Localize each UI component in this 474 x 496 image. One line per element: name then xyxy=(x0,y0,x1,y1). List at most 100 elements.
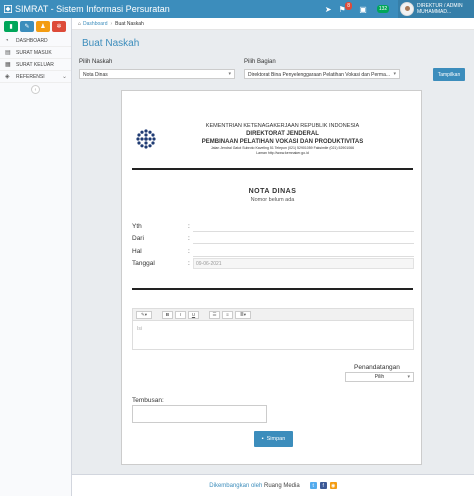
cogs-icon: ✲ xyxy=(56,24,62,30)
chevron-down-icon: ⌄ xyxy=(61,74,67,80)
top-navbar: SIMRAT - Sistem Informasi Persuratan ➤ ⚑… xyxy=(0,0,474,18)
document-number: Nomor belum ada xyxy=(250,197,295,203)
field-row-hal: Hal : xyxy=(132,246,414,258)
bagian-label: Pilih Bagian xyxy=(244,59,276,65)
caret-down-icon: ▾ xyxy=(393,71,396,77)
cc-input[interactable] xyxy=(132,405,267,423)
home-icon: ⌂ xyxy=(78,20,82,27)
app-title: SIMRAT - Sistem Informasi Persuratan xyxy=(15,4,170,14)
pencil-icon: ✎ xyxy=(24,24,30,30)
letterhead-division: PEMBINAAN PELATIHAN VOKASI DAN PRODUKTIV… xyxy=(201,139,364,145)
naskah-select[interactable]: Nota Dinas ▾ xyxy=(79,69,235,79)
rich-text-editor: ✎▾ B I U ☰ ≡ ≣▾ Isi xyxy=(132,308,414,350)
field-label: Hal xyxy=(132,248,142,255)
paper-plane-icon: ➤ xyxy=(324,4,332,14)
user-menu[interactable]: DIREKTUR / ADMIN MUHAMMAD... xyxy=(398,0,474,18)
footer-org: Ruang Media xyxy=(264,482,300,489)
sidebar-item-surat-keluar[interactable]: ▦ SURAT KELUAR xyxy=(0,59,71,71)
sidebar: ▮ ✎ ♟ ✲ ◔ DASHBOARD ▤ SURAT MASUK ▦ SURA… xyxy=(0,18,72,496)
settings-shortcut-button[interactable]: ✲ xyxy=(52,21,66,32)
facebook-icon[interactable]: f xyxy=(319,482,327,489)
paragraph-dropdown[interactable]: ≣▾ xyxy=(235,310,251,319)
signer-label: Penandatangan xyxy=(354,364,400,371)
yth-input[interactable] xyxy=(193,221,414,232)
letterhead-directorate: DIREKTORAT JENDERAL xyxy=(246,131,319,137)
edit-shortcut-button[interactable]: ✎ xyxy=(20,21,34,32)
chart-icon: ▮ xyxy=(9,24,13,30)
letterhead-website: Laman http://www.kemnaker.go.id xyxy=(256,151,309,155)
bagian-select[interactable]: Direktorat Bina Penyelenggaraan Pelatiha… xyxy=(244,69,400,79)
underline-button[interactable]: U xyxy=(188,310,199,319)
list-ul-icon: ☰ xyxy=(212,311,217,317)
document-paper: KEMENTRIAN KETENAGAKERJAAN REPUBLIK INDO… xyxy=(121,90,422,465)
sidebar-item-dashboard[interactable]: ◔ DASHBOARD xyxy=(0,35,71,47)
naskah-label: Pilih Naskah xyxy=(79,59,113,65)
align-icon: ≣▾ xyxy=(239,311,247,317)
brand[interactable]: SIMRAT - Sistem Informasi Persuratan xyxy=(0,4,180,14)
rss-icon[interactable]: ◉ xyxy=(329,482,337,489)
sidebar-item-surat-masuk[interactable]: ▤ SURAT MASUK xyxy=(0,47,71,59)
breadcrumb-current: Buat Naskah xyxy=(115,20,144,27)
inbox-button[interactable]: ▣ xyxy=(356,0,370,18)
field-row-tanggal: Tanggal : 09-06-2021 xyxy=(132,258,414,270)
italic-icon: I xyxy=(179,312,182,317)
save-button[interactable]: ▪ Simpan xyxy=(254,431,293,447)
letterhead-divider xyxy=(132,168,413,170)
outbox-icon: ▦ xyxy=(5,62,11,68)
users-shortcut-button[interactable]: ♟ xyxy=(36,21,50,32)
bullet-list-button[interactable]: ☰ xyxy=(209,310,220,319)
notification-badge: 8 xyxy=(345,2,352,10)
page-title: Buat Naskah xyxy=(82,38,140,49)
app-logo-icon xyxy=(4,5,12,13)
floppy-disk-icon: ▪ xyxy=(261,436,264,442)
bagian-select-value: Direktorat Bina Penyelenggaraan Pelatiha… xyxy=(248,72,391,78)
main-content: ⌂ Dashboard › Buat Naskah Buat Naskah Pi… xyxy=(72,18,474,496)
kemnaker-logo-icon xyxy=(136,129,156,149)
dari-input[interactable] xyxy=(193,233,414,244)
show-button[interactable]: Tampilkan xyxy=(433,68,465,81)
tanggal-input[interactable]: 09-06-2021 xyxy=(193,258,414,269)
cc-label: Tembusan: xyxy=(132,397,164,404)
signer-select-value: Pilih xyxy=(374,374,385,380)
sidebar-item-label: SURAT KELUAR xyxy=(16,61,54,68)
editor-toolbar: ✎▾ B I U ☰ ≡ ≣▾ xyxy=(133,309,413,321)
italic-button[interactable]: I xyxy=(175,310,186,319)
field-row-yth: Yth : xyxy=(132,221,414,233)
header-divider xyxy=(132,288,413,290)
list-ol-icon: ≡ xyxy=(226,312,229,317)
bold-button[interactable]: B xyxy=(162,310,173,319)
ordered-list-button[interactable]: ≡ xyxy=(222,310,233,319)
field-label: Tanggal xyxy=(132,260,155,267)
footer-prefix: Dikembangkan oleh xyxy=(209,482,263,489)
dashboard-icon: ◔ xyxy=(5,37,9,44)
twitter-icon[interactable]: t xyxy=(309,482,317,489)
breadcrumb-separator: › xyxy=(110,20,113,27)
document-title: NOTA DINAS xyxy=(248,188,297,195)
avatar xyxy=(400,2,414,16)
bold-icon: B xyxy=(165,312,170,317)
send-button[interactable]: ➤ xyxy=(321,0,335,18)
messages-button[interactable]: 132 xyxy=(370,0,396,18)
underline-icon: U xyxy=(191,312,196,317)
field-colon: : xyxy=(188,235,190,242)
sidebar-collapse-button[interactable]: ‹ xyxy=(31,85,40,94)
sidebar-item-label: SURAT MASUK xyxy=(16,49,52,56)
footer: Dikembangkan oleh Ruang Media t f ◉ xyxy=(72,474,474,496)
style-dropdown[interactable]: ✎▾ xyxy=(136,310,152,319)
hal-input[interactable] xyxy=(193,246,414,257)
editor-body[interactable]: Isi xyxy=(133,321,413,337)
letterhead: KEMENTRIAN KETENAGAKERJAAN REPUBLIK INDO… xyxy=(170,122,395,156)
field-row-dari: Dari : xyxy=(132,233,414,245)
caret-down-icon: ▾ xyxy=(407,374,410,380)
shortcut-buttons: ▮ ✎ ♟ ✲ xyxy=(0,18,71,35)
signer-select[interactable]: Pilih ▾ xyxy=(345,372,414,382)
reference-icon: ◈ xyxy=(5,74,10,80)
sidebar-item-referensi[interactable]: ◈ REFERENSI ⌄ xyxy=(0,71,71,83)
breadcrumb-dashboard[interactable]: Dashboard xyxy=(83,21,107,27)
stats-shortcut-button[interactable]: ▮ xyxy=(4,21,18,32)
messages-badge: 132 xyxy=(376,5,390,13)
sidebar-item-label: REFERENSI xyxy=(16,73,45,80)
field-label: Yth xyxy=(132,223,142,230)
letterhead-ministry: KEMENTRIAN KETENAGAKERJAAN REPUBLIK INDO… xyxy=(205,123,360,129)
user-name: MUHAMMAD... xyxy=(417,9,452,15)
